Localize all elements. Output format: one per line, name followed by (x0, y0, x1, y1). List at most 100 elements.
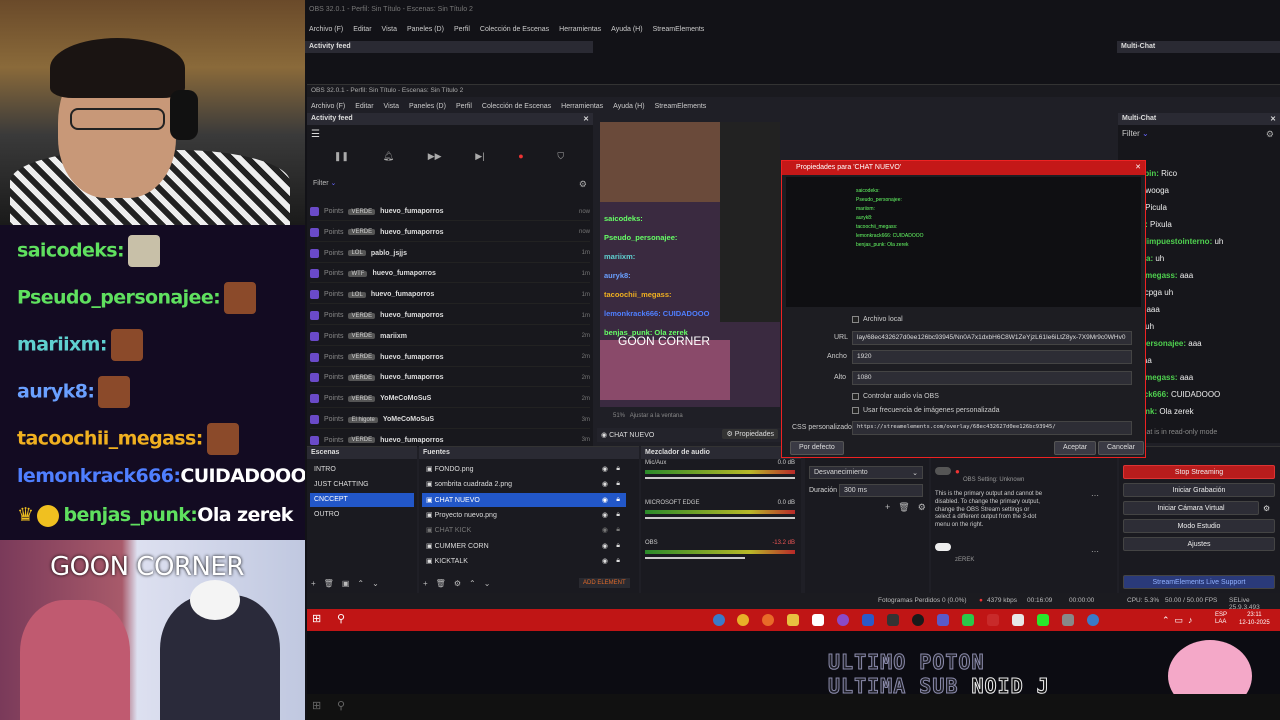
activity-row[interactable]: Points WTF huevo_fumaporros 1m (310, 265, 590, 284)
source-item[interactable]: ▣ CHAT KICK ◉ 🔒︎ (422, 523, 626, 537)
clock[interactable]: 23:11 12-10-2025 (1239, 612, 1270, 628)
more-icon[interactable]: ⋯ (1091, 491, 1099, 500)
scene-item-selected[interactable]: CNCCEPT (310, 493, 414, 507)
firefox-icon[interactable] (762, 614, 774, 626)
live-support-button[interactable]: StreamElements Live Support (1123, 575, 1275, 589)
more-icon[interactable]: ⋯ (1091, 547, 1099, 556)
source-item[interactable]: ▣ KICKTALK ◉ 🔒︎ (422, 554, 626, 568)
lock-icon[interactable]: 🔒︎ (616, 526, 620, 534)
height-input[interactable]: 1080 (852, 371, 1132, 385)
accept-button[interactable]: Aceptar (1054, 441, 1097, 455)
gear-icon[interactable]: ⚙ (1266, 129, 1274, 140)
add-icon[interactable]: + (311, 579, 316, 588)
language-indicator[interactable]: ESP LAA (1215, 612, 1235, 626)
start-recording-button[interactable]: Iniciar Grabación (1123, 483, 1275, 497)
app-icon[interactable] (1087, 614, 1099, 626)
trash-icon[interactable]: 🗑︎ (436, 579, 446, 588)
move-down-icon[interactable]: ⌄ (484, 579, 491, 588)
menu-item[interactable]: Paneles (D) (407, 26, 444, 33)
steam-icon[interactable] (887, 614, 899, 626)
duration-input[interactable]: 300 ms (839, 484, 923, 497)
volume-slider[interactable] (645, 517, 795, 519)
source-item[interactable]: ▣ CUMMER CORN ◉ 🔒︎ (422, 539, 626, 553)
trash-icon[interactable]: 🗑︎ (324, 579, 334, 588)
add-icon[interactable]: + (423, 579, 428, 588)
gear-icon[interactable]: ⚙ (1263, 504, 1270, 513)
activity-row[interactable]: Points VERDE huevo_fumaporros now (310, 203, 590, 221)
lock-icon[interactable]: 🔒︎ (616, 557, 620, 565)
eye-icon[interactable]: ◉ (602, 557, 608, 565)
properties-button[interactable]: ⚙ Propiedades (722, 429, 778, 439)
move-up-icon[interactable]: ⌃ (357, 579, 364, 588)
move-down-icon[interactable]: ⌄ (372, 579, 379, 588)
bell-icon[interactable]: 🔔︎ (383, 151, 394, 167)
eye-icon[interactable]: ◉ (602, 465, 608, 473)
menu-item[interactable]: Vista (382, 26, 397, 33)
app-icon[interactable] (837, 614, 849, 626)
scene-item[interactable]: JUST CHATTING (310, 478, 420, 492)
width-input[interactable]: 1920 (852, 350, 1132, 364)
activity-row[interactable]: Points El higote YoMeCoMoSuS 3m (310, 411, 590, 429)
transition-select[interactable]: Desvanecimiento ⌄ (809, 466, 923, 479)
eye-icon[interactable]: ◉ (602, 511, 608, 519)
eye-icon[interactable]: ◉ (602, 480, 608, 488)
local-file-checkbox[interactable]: Archivo local (852, 316, 903, 323)
source-item[interactable]: ▣ Proyecto nuevo.png ◉ 🔒︎ (422, 508, 626, 522)
pause-icon[interactable]: ❚❚ (334, 151, 349, 167)
source-item[interactable]: ▣ CHAT NUEVO ◉ 🔒︎ (422, 492, 626, 507)
activity-row[interactable]: Points LOL pablo_jsjjs 1m (310, 245, 590, 263)
live-indicator-icon[interactable]: ● (518, 151, 523, 167)
lock-icon[interactable]: 🔒︎ (616, 511, 620, 519)
hamburger-icon[interactable]: ☰ (311, 129, 320, 140)
menu-item[interactable]: Editar (353, 26, 371, 33)
move-up-icon[interactable]: ⌃ (469, 579, 476, 588)
scene-item[interactable]: INTRO (310, 463, 420, 477)
app-icon[interactable] (1012, 614, 1024, 626)
skip-icon[interactable]: ▶▶ (428, 151, 442, 167)
skip-end-icon[interactable]: ▶| (475, 151, 484, 167)
settings-button[interactable]: Ajustes (1123, 537, 1275, 551)
activity-filter[interactable]: Filter ⌄ (313, 179, 336, 187)
gear-icon[interactable]: ⚙ (579, 179, 587, 190)
add-element-button[interactable]: ADD ELEMENT (579, 578, 630, 588)
gear-icon[interactable]: ⚙ (454, 579, 461, 588)
menu-scene-collection[interactable]: Colección de Escenas (482, 103, 551, 110)
close-icon[interactable]: ✕ (583, 115, 589, 123)
lock-icon[interactable]: 🔒︎ (616, 496, 620, 504)
close-icon[interactable]: ✕ (1270, 115, 1276, 123)
cancel-button[interactable]: Cancelar (1098, 441, 1145, 455)
menu-docks[interactable]: Paneles (D) (409, 103, 446, 110)
defaults-button[interactable]: Por defecto (790, 441, 844, 455)
close-icon[interactable]: ✕ (1135, 163, 1141, 171)
url-input[interactable]: lay/68ec432627d0ee126bc93945/Nn0A7x1dxbH… (852, 331, 1132, 345)
obs-icon[interactable] (912, 614, 924, 626)
output-toggle[interactable] (935, 467, 951, 475)
menu-item[interactable]: Ayuda (H) (611, 26, 642, 33)
kick-icon[interactable] (962, 614, 974, 626)
menu-item[interactable]: StreamElements (653, 26, 705, 33)
app-icon[interactable] (812, 614, 824, 626)
activity-row[interactable]: Points VERDE huevo_fumaporros 2m (310, 369, 590, 388)
menu-streamelements[interactable]: StreamElements (655, 103, 707, 110)
studio-mode-button[interactable]: Modo Estudio (1123, 519, 1275, 533)
shield-icon[interactable]: ⛉ (557, 151, 564, 167)
output-toggle[interactable] (935, 543, 951, 551)
add-icon[interactable]: + (885, 502, 890, 513)
lock-icon[interactable]: 🔒︎ (616, 465, 620, 473)
fps-checkbox[interactable]: Usar frecuencia de imágenes personalizad… (852, 407, 1000, 414)
preview-zoom[interactable]: 51% Ajustar a la ventana (613, 413, 683, 419)
scene-item[interactable]: OUTRO (310, 508, 420, 522)
menu-item[interactable]: Colección de Escenas (480, 26, 549, 33)
volume-slider[interactable] (645, 557, 745, 559)
menu-file[interactable]: Archivo (F) (311, 103, 345, 110)
menu-tools[interactable]: Herramientas (561, 103, 603, 110)
activity-row[interactable]: Points VERDE huevo_fumaporros 2m (310, 349, 590, 367)
eye-icon[interactable]: ◉ (602, 526, 608, 534)
windows-start-icon[interactable]: ⊞ (312, 612, 324, 625)
activity-row[interactable]: Points VERDE mariixm 2m (310, 328, 590, 346)
app-icon[interactable] (987, 614, 999, 626)
volume-slider[interactable] (645, 477, 795, 479)
source-item[interactable]: ▣ sombrita cuadrada 2.png ◉ 🔒︎ (422, 477, 626, 491)
filter-icon[interactable]: ▣ (342, 579, 350, 588)
activity-row[interactable]: Points VERDE huevo_fumaporros 1m (310, 307, 590, 325)
